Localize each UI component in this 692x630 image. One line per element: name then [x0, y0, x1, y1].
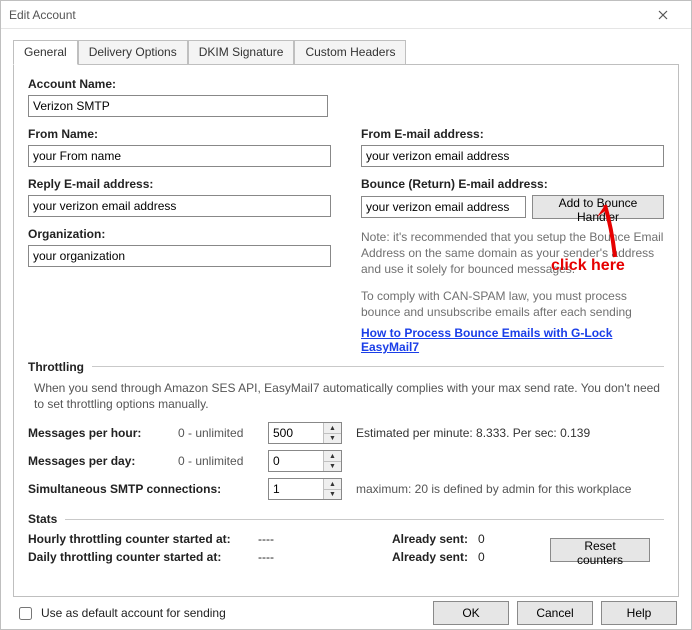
tabs: General Delivery Options DKIM Signature … [13, 39, 679, 65]
chevron-up-icon[interactable]: ▲ [324, 423, 341, 434]
tab-dkim-signature[interactable]: DKIM Signature [188, 40, 295, 64]
already-sent-hourly: 0 [478, 532, 518, 546]
already-sent-label-2: Already sent: [358, 550, 468, 564]
organization-input[interactable] [28, 245, 331, 267]
smtp-conn-after: maximum: 20 is defined by admin for this… [356, 482, 631, 496]
help-button[interactable]: Help [601, 601, 677, 625]
add-to-bounce-handler-button[interactable]: Add to Bounce Handler [532, 195, 664, 219]
cancel-button[interactable]: Cancel [517, 601, 593, 625]
per-hour-label: Messages per hour: [28, 426, 178, 440]
default-account-label: Use as default account for sending [41, 606, 226, 620]
tabpage-general: Account Name: From Name: Reply E-mail ad… [13, 65, 679, 597]
hourly-counter-value: ---- [258, 532, 318, 546]
chevron-up-icon[interactable]: ▲ [324, 451, 341, 462]
smtp-conn-label: Simultaneous SMTP connections: [28, 482, 268, 496]
per-hour-hint: 0 - unlimited [178, 426, 268, 440]
chevron-up-icon[interactable]: ▲ [324, 479, 341, 490]
titlebar: Edit Account [1, 1, 691, 29]
account-name-label: Account Name: [28, 77, 328, 91]
window-title: Edit Account [9, 8, 76, 22]
bounce-note-2: To comply with CAN-SPAM law, you must pr… [361, 288, 664, 320]
already-sent-label-1: Already sent: [358, 532, 468, 546]
per-hour-after: Estimated per minute: 8.333. Per sec: 0.… [356, 426, 590, 440]
from-name-input[interactable] [28, 145, 331, 167]
per-day-label: Messages per day: [28, 454, 178, 468]
reply-email-input[interactable] [28, 195, 331, 217]
tab-delivery-options[interactable]: Delivery Options [78, 40, 188, 64]
ok-button[interactable]: OK [433, 601, 509, 625]
smtp-conn-stepper[interactable]: ▲▼ [268, 478, 342, 500]
default-account-checkbox[interactable]: Use as default account for sending [15, 604, 226, 623]
bounce-note-1: Note: it's recommended that you setup th… [361, 229, 664, 278]
throttling-header: Throttling [28, 360, 664, 374]
reply-email-label: Reply E-mail address: [28, 177, 331, 191]
from-email-input[interactable] [361, 145, 664, 167]
process-bounce-link[interactable]: How to Process Bounce Emails with G-Lock… [361, 326, 612, 354]
throttling-intro: When you send through Amazon SES API, Ea… [34, 380, 664, 412]
bounce-email-label: Bounce (Return) E-mail address: [361, 177, 664, 191]
chevron-down-icon[interactable]: ▼ [324, 434, 341, 444]
per-hour-input[interactable] [269, 423, 323, 443]
already-sent-daily: 0 [478, 550, 518, 564]
daily-counter-label: Daily throttling counter started at: [28, 550, 258, 564]
smtp-conn-input[interactable] [269, 479, 323, 499]
from-name-label: From Name: [28, 127, 331, 141]
hourly-counter-label: Hourly throttling counter started at: [28, 532, 258, 546]
organization-label: Organization: [28, 227, 331, 241]
per-day-hint: 0 - unlimited [178, 454, 268, 468]
close-icon[interactable] [643, 1, 683, 29]
per-day-stepper[interactable]: ▲▼ [268, 450, 342, 472]
bounce-email-input[interactable] [361, 196, 526, 218]
chevron-down-icon[interactable]: ▼ [324, 490, 341, 500]
edit-account-window: Edit Account General Delivery Options DK… [0, 0, 692, 630]
reset-counters-button[interactable]: Reset counters [550, 538, 650, 562]
from-email-label: From E-mail address: [361, 127, 664, 141]
stats-header: Stats [28, 512, 664, 526]
bottom-bar: Use as default account for sending OK Ca… [1, 597, 691, 629]
tab-general[interactable]: General [13, 40, 78, 65]
per-hour-stepper[interactable]: ▲▼ [268, 422, 342, 444]
per-day-input[interactable] [269, 451, 323, 471]
tab-custom-headers[interactable]: Custom Headers [294, 40, 406, 64]
default-account-checkbox-input[interactable] [19, 607, 32, 620]
daily-counter-value: ---- [258, 550, 318, 564]
account-name-input[interactable] [28, 95, 328, 117]
chevron-down-icon[interactable]: ▼ [324, 462, 341, 472]
